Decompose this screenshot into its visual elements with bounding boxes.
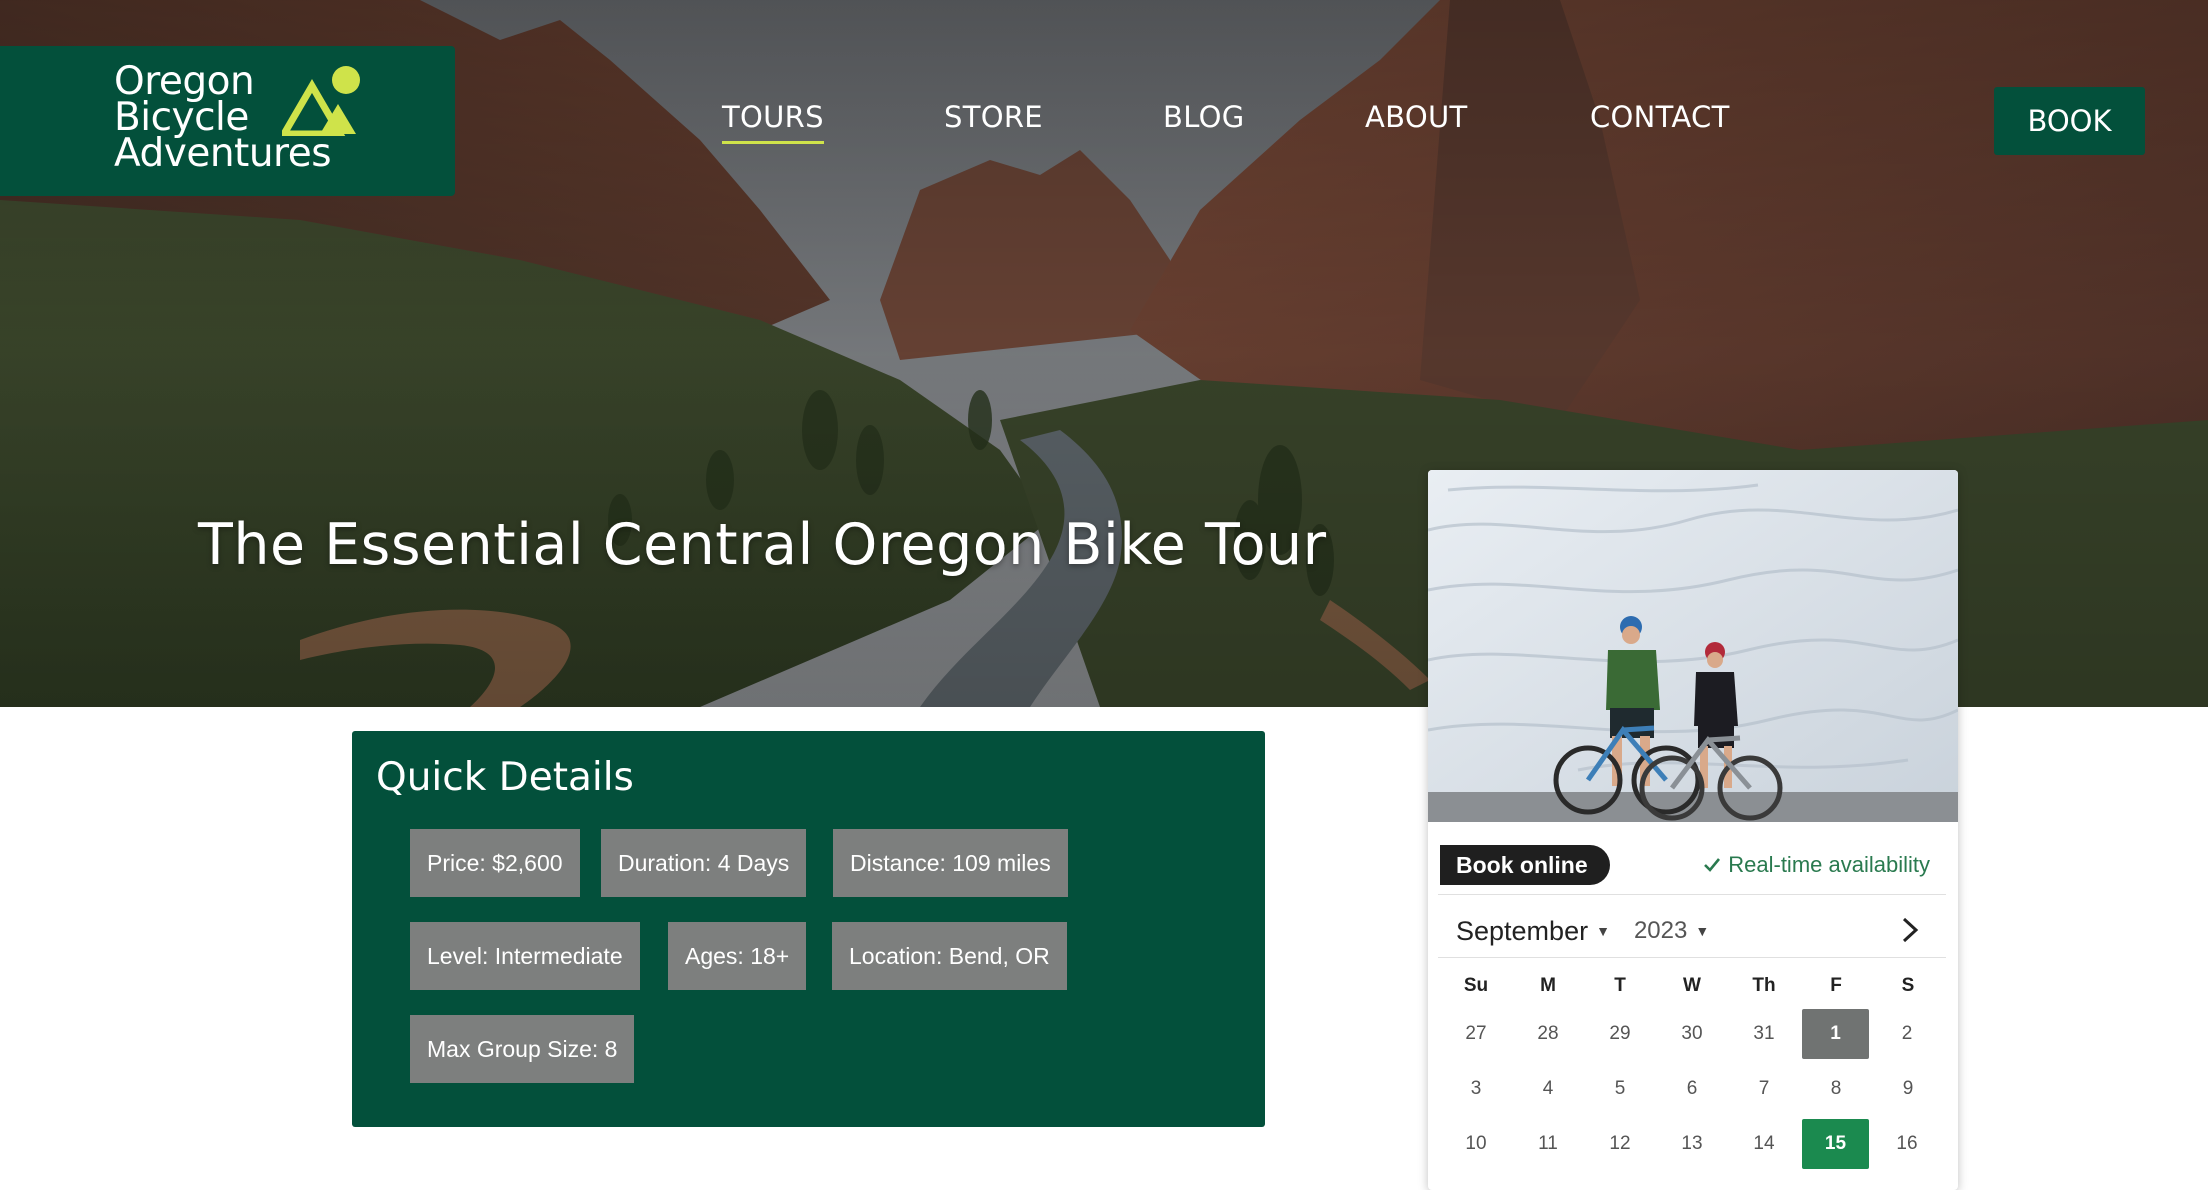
detail-chip-location: Location: Bend, OR <box>832 922 1067 990</box>
calendar-week: 3 4 5 6 7 8 9 <box>1440 1061 1944 1116</box>
calendar-day[interactable]: 3 <box>1440 1064 1512 1114</box>
calendar-day[interactable]: 30 <box>1656 1009 1728 1059</box>
divider <box>1438 894 1946 895</box>
caret-down-icon: ▼ <box>1596 923 1610 939</box>
month-dropdown[interactable]: September ▼ <box>1456 916 1610 947</box>
calendar-day[interactable]: 4 <box>1512 1064 1584 1114</box>
weekday-label: Th <box>1752 975 1776 996</box>
calendar-day[interactable]: 10 <box>1440 1119 1512 1169</box>
weekday-label: Su <box>1463 975 1489 996</box>
calendar-day[interactable]: 11 <box>1512 1119 1584 1169</box>
weekday-label: M <box>1540 975 1556 996</box>
quick-details-panel: Quick Details Price: $2,600 Duration: 4 … <box>352 731 1265 1127</box>
detail-chip-duration: Duration: 4 Days <box>601 829 807 897</box>
realtime-label: Real-time availability <box>1728 852 1930 877</box>
nav-store[interactable]: STORE <box>944 100 1043 134</box>
next-month-arrow-icon[interactable] <box>1892 910 1928 950</box>
calendar-day[interactable]: 27 <box>1440 1009 1512 1059</box>
caret-down-icon: ▼ <box>1695 923 1710 939</box>
booking-widget: Book online Real-time availability Septe… <box>1428 470 1958 1190</box>
month-label: September <box>1456 915 1589 946</box>
calendar-day[interactable]: 2 <box>1871 1009 1943 1059</box>
detail-chip-ages: Ages: 18+ <box>668 922 807 990</box>
calendar-day[interactable]: 9 <box>1872 1064 1944 1114</box>
calendar-week: 10 11 12 13 14 15 16 <box>1440 1116 1944 1171</box>
calendar-day[interactable]: 12 <box>1584 1119 1656 1169</box>
calendar-day[interactable]: 13 <box>1656 1119 1728 1169</box>
calendar-day[interactable]: 6 <box>1656 1064 1728 1114</box>
book-button[interactable]: BOOK <box>1994 87 2145 155</box>
weekday-label: T <box>1614 975 1626 996</box>
calendar-day-selected[interactable]: 15 <box>1802 1118 1869 1169</box>
detail-chip-price: Price: $2,600 <box>410 829 580 897</box>
cyclists-snow-photo <box>1428 470 1958 822</box>
calendar-day[interactable]: 8 <box>1800 1064 1872 1114</box>
calendar-day[interactable]: 14 <box>1728 1119 1800 1169</box>
checkmark-icon <box>1704 858 1721 872</box>
realtime-availability: Real-time availability <box>1702 852 1930 878</box>
calendar-day[interactable]: 31 <box>1728 1009 1800 1059</box>
detail-chip-level: Level: Intermediate <box>410 922 640 990</box>
year-dropdown[interactable]: 2023 ▼ <box>1634 917 1709 945</box>
calendar-grid: Su M T W Th F S 27 28 29 30 31 1 2 3 4 5… <box>1440 966 1944 1171</box>
calendar-day[interactable]: 7 <box>1728 1064 1800 1114</box>
detail-chip-distance: Distance: 109 miles <box>833 829 1068 897</box>
weekday-header: Su M T W Th F S <box>1440 966 1944 1006</box>
weekday-label: W <box>1683 975 1701 996</box>
nav-blog[interactable]: BLOG <box>1163 100 1245 134</box>
book-online-badge: Book online <box>1440 845 1610 885</box>
nav-tours[interactable]: TOURS <box>722 100 824 144</box>
calendar-day[interactable]: 29 <box>1584 1009 1656 1059</box>
main-nav: TOURS STORE BLOG ABOUT CONTACT <box>0 100 2208 150</box>
calendar-day[interactable]: 16 <box>1871 1119 1943 1169</box>
divider <box>1438 957 1946 958</box>
calendar-week: 27 28 29 30 31 1 2 <box>1440 1006 1944 1061</box>
weekday-label: F <box>1830 975 1842 996</box>
detail-chip-group-size: Max Group Size: 8 <box>410 1015 635 1083</box>
weekday-label: S <box>1901 975 1915 996</box>
calendar-day-available[interactable]: 1 <box>1802 1008 1869 1059</box>
nav-contact[interactable]: CONTACT <box>1590 100 1730 134</box>
calendar-day[interactable]: 5 <box>1584 1064 1656 1114</box>
page-title: The Essential Central Oregon Bike Tour <box>198 512 1327 578</box>
calendar-day[interactable]: 28 <box>1512 1009 1584 1059</box>
year-label: 2023 <box>1633 917 1688 944</box>
nav-about[interactable]: ABOUT <box>1365 100 1468 134</box>
month-year-selector: September ▼ 2023 ▼ <box>1456 908 1709 954</box>
quick-details-title: Quick Details <box>376 755 634 800</box>
